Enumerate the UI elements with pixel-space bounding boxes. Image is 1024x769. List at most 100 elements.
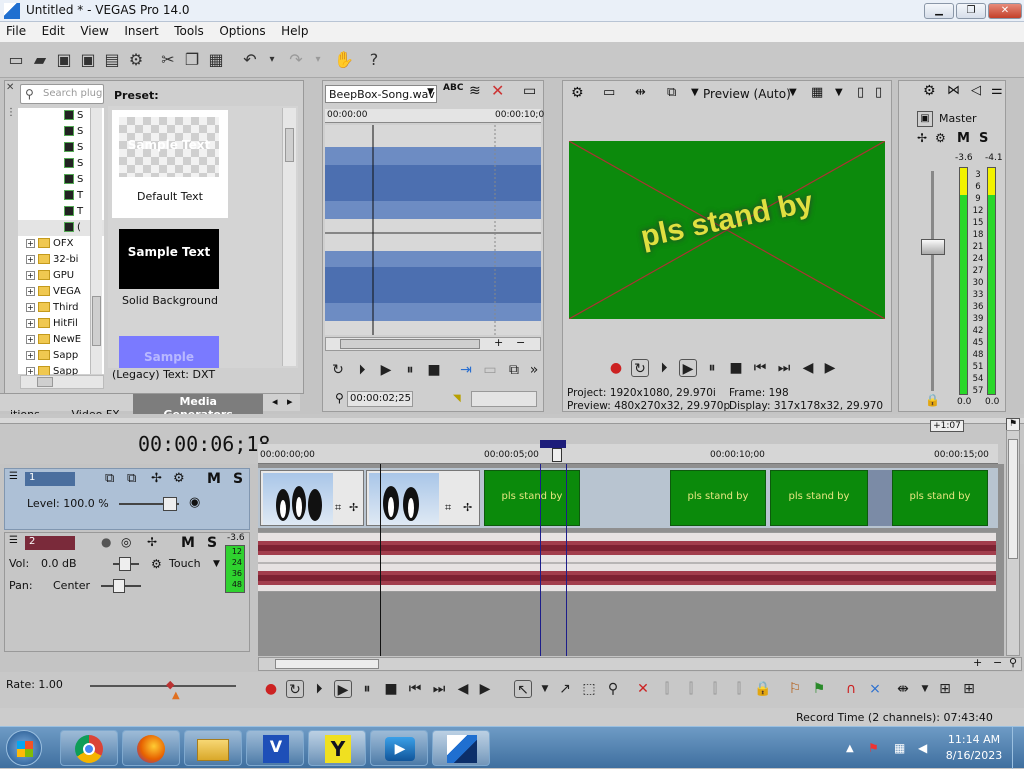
compositing-mode-icon[interactable]: ✢: [151, 471, 162, 486]
trimmer-options-icon[interactable]: ▭: [523, 83, 536, 99]
trimmer-ruler[interactable]: 00:00:00 00:00:10;0: [325, 109, 544, 123]
track-number[interactable]: 1: [25, 472, 75, 486]
arm-record-icon[interactable]: ●: [101, 535, 111, 549]
overlays-grid-icon[interactable]: ▦: [811, 85, 823, 100]
overwrite-icon[interactable]: ▭: [481, 361, 499, 379]
level-slider-handle[interactable]: [163, 497, 177, 511]
video-clip-penguins[interactable]: ⌗ ✢: [366, 470, 480, 526]
lock-icon[interactable]: 🔒: [754, 680, 772, 698]
zoom-edit-tool-icon[interactable]: ⚲: [604, 680, 622, 698]
text-clip[interactable]: pls stand by: [670, 470, 766, 526]
menu-tools[interactable]: Tools: [168, 22, 210, 40]
vol-slider-handle[interactable]: [119, 557, 131, 571]
preset-solid-background[interactable]: Sample Text Solid Background: [112, 222, 228, 330]
trimmer-waveform[interactable]: [325, 125, 541, 335]
loop-icon[interactable]: ↻: [286, 680, 304, 698]
clear-trimmer-icon[interactable]: ✕: [491, 81, 504, 100]
properties-gear-icon[interactable]: ⚙: [126, 50, 146, 70]
clock-time[interactable]: 11:14 AM: [946, 733, 1002, 746]
pause-icon[interactable]: ⏸: [703, 359, 721, 377]
whats-this-help-icon[interactable]: ?: [364, 50, 384, 70]
copy-icon[interactable]: ❐: [182, 50, 202, 70]
crop-icon[interactable]: ⌗: [445, 501, 451, 515]
zoom-in-icon[interactable]: +: [973, 656, 982, 669]
mute-button[interactable]: M: [957, 131, 970, 146]
trim-start-icon[interactable]: ⫿: [682, 680, 700, 698]
network-icon[interactable]: ▦: [894, 741, 905, 755]
close-window-icon[interactable]: ✕: [6, 82, 18, 93]
envelope-tool-icon[interactable]: ↗: [556, 680, 574, 698]
volume-icon[interactable]: ◀: [918, 741, 927, 755]
mute-button[interactable]: M: [181, 535, 195, 551]
automation-mode[interactable]: Touch: [169, 557, 201, 570]
zoom-in-icon[interactable]: +: [494, 336, 503, 349]
save-icon[interactable]: ▣: [54, 50, 74, 70]
next-frame-icon[interactable]: ▶: [476, 680, 494, 698]
youtube-tool-taskbar-button[interactable]: Y: [308, 730, 366, 766]
search-input[interactable]: Search plug: [43, 88, 103, 99]
play-icon[interactable]: ▶: [679, 359, 697, 377]
solo-button[interactable]: S: [207, 535, 217, 551]
play-from-start-icon[interactable]: ⏵: [655, 359, 673, 377]
trimmer-file-select[interactable]: BeepBox-Song.wav ▼: [325, 85, 437, 103]
undo-icon[interactable]: ↶: [240, 50, 260, 70]
auto-crossfade-icon[interactable]: ⨯: [866, 680, 884, 698]
scroll-thumb[interactable]: [92, 296, 101, 346]
go-to-end-icon[interactable]: ⏭: [430, 680, 448, 698]
ignore-grouping-icon[interactable]: ⊞: [960, 680, 978, 698]
action-center-flag-icon[interactable]: ⚑: [868, 741, 879, 755]
preview-properties-gear-icon[interactable]: ⚙: [571, 85, 584, 101]
loop-region-marker[interactable]: [540, 440, 566, 448]
clock-date[interactable]: 8/16/2023: [942, 749, 1006, 762]
expand-icon[interactable]: +: [26, 302, 35, 312]
audio-clip-beepbox[interactable]: [258, 532, 996, 592]
chrome-taskbar-button[interactable]: [60, 730, 118, 766]
fx-gear-icon[interactable]: ⚙: [935, 131, 946, 145]
scroll-thumb[interactable]: [1008, 439, 1018, 559]
scroll-thumb[interactable]: [275, 659, 379, 669]
downmix-icon[interactable]: ⋈: [947, 83, 960, 98]
add-to-timeline-icon[interactable]: ⇥: [457, 361, 475, 379]
timeline-vertical-scrollbar[interactable]: [1006, 430, 1020, 656]
zoom-out-icon[interactable]: −: [993, 656, 1002, 669]
preview-fx-icon[interactable]: ⧉: [667, 85, 676, 100]
auto-ripple-icon[interactable]: ⇼: [894, 680, 912, 698]
firefox-taskbar-button[interactable]: [122, 730, 180, 766]
normal-edit-tool-icon[interactable]: ↖: [514, 680, 532, 698]
select-all-icon[interactable]: ≋: [469, 83, 481, 99]
crop-icon[interactable]: ⌗: [335, 501, 341, 515]
go-to-start-icon[interactable]: ⏮: [751, 359, 769, 377]
collapse-icon[interactable]: ☰: [9, 535, 18, 546]
stop-icon[interactable]: ■: [382, 680, 400, 698]
stop-icon[interactable]: ■: [425, 361, 443, 379]
master-fader-handle[interactable]: [921, 239, 945, 255]
search-box[interactable]: ⚲ Search plug: [20, 84, 104, 104]
split-icon[interactable]: ⫿: [730, 680, 748, 698]
pin-window-icon[interactable]: ⋮: [6, 107, 18, 118]
tree-horizontal-scrollbar[interactable]: [20, 375, 104, 389]
show-hidden-icons-icon[interactable]: ▲: [846, 743, 854, 754]
zoom-out-icon[interactable]: −: [516, 336, 525, 349]
mixer-options-icon[interactable]: ⚌: [991, 83, 1003, 98]
record-icon[interactable]: ●: [262, 680, 280, 698]
vegas-pro-taskbar-button[interactable]: [432, 730, 490, 766]
zoom-tool-icon[interactable]: ⚲: [1009, 656, 1017, 669]
expand-icon[interactable]: +: [26, 350, 35, 360]
solo-button[interactable]: S: [233, 471, 243, 487]
timeline-ruler[interactable]: 00:00:00;00 00:00:05;00 00:00:10;00 00:0…: [258, 444, 998, 464]
play-icon[interactable]: ▶: [377, 361, 395, 379]
track-motion-icon[interactable]: ⧉: [105, 471, 114, 486]
expand-icon[interactable]: +: [26, 254, 35, 264]
tab-scroll-right-icon[interactable]: ▸: [285, 395, 295, 408]
split-screen-icon[interactable]: ⇹: [635, 85, 646, 100]
expand-icon[interactable]: +: [26, 286, 35, 296]
save-snapshot-icon[interactable]: ▯: [875, 85, 882, 100]
chevron-down-icon[interactable]: ▼: [213, 559, 220, 569]
play-icon[interactable]: ▶: [334, 680, 352, 698]
play-from-start-icon[interactable]: ⏵: [310, 680, 328, 698]
pan-crop-icon[interactable]: ✢: [463, 501, 472, 514]
media-player-taskbar-button[interactable]: ▶: [370, 730, 428, 766]
track-fx-icon[interactable]: ⧉: [127, 471, 136, 486]
go-to-start-icon[interactable]: ⏮: [406, 680, 424, 698]
lock-icon[interactable]: 🔒: [925, 393, 940, 407]
